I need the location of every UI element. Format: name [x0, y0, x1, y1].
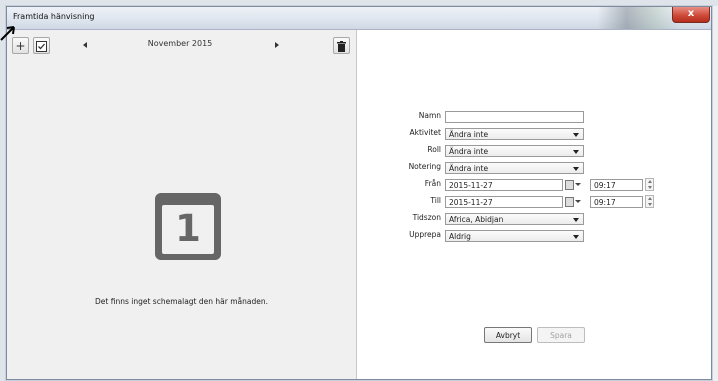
name-label: Namn	[418, 111, 441, 120]
role-label: Roll	[427, 145, 441, 154]
chevron-down-icon	[573, 133, 579, 137]
from-date-input[interactable]: 2015-11-27	[445, 179, 563, 191]
repeat-select[interactable]: Aldrig	[445, 230, 584, 242]
chevron-down-icon	[575, 183, 581, 186]
previous-month-arrow-icon[interactable]	[83, 42, 87, 48]
close-button[interactable]: x	[672, 7, 710, 23]
month-label: November 2015	[147, 39, 213, 48]
select-button[interactable]	[33, 37, 50, 54]
calendar-panel: + November 2015 1 Det finns inget schema…	[7, 30, 357, 379]
form-labels: Namn Aktivitet Roll Notering Från Till T…	[357, 111, 441, 261]
mouse-pointer-icon	[0, 26, 15, 41]
chevron-down-icon	[573, 218, 579, 222]
role-select[interactable]: Ändra inte	[445, 145, 584, 157]
spin-down-icon	[648, 186, 652, 189]
details-form-panel: Namn Aktivitet Roll Notering Från Till T…	[357, 30, 711, 379]
trash-icon	[337, 41, 346, 52]
spin-up-icon	[648, 180, 652, 183]
name-input[interactable]	[445, 111, 584, 123]
empty-calendar-icon: 1	[155, 193, 221, 260]
chevron-down-icon	[573, 150, 579, 154]
title-bar-decoration	[597, 7, 681, 29]
cancel-button[interactable]: Avbryt	[484, 327, 532, 343]
chevron-down-icon	[575, 200, 581, 203]
to-time-spinner[interactable]	[645, 195, 654, 208]
checkbox-icon	[36, 41, 47, 52]
timezone-value: Africa, Abidjan	[449, 215, 504, 224]
from-time-input[interactable]: 09:17	[590, 179, 643, 191]
activity-select[interactable]: Ändra inte	[445, 128, 584, 140]
from-label: Från	[424, 179, 441, 188]
dialog-window: Framtida hänvisning x + November 2015 1 …	[6, 6, 712, 380]
note-select[interactable]: Ändra inte	[445, 162, 584, 174]
next-month-arrow-icon[interactable]	[275, 42, 279, 48]
empty-schedule-message: Det finns inget schemalagt den här månad…	[95, 297, 268, 306]
spin-down-icon	[648, 203, 652, 206]
to-time-input[interactable]: 09:17	[590, 196, 643, 208]
calendar-icon	[565, 180, 574, 190]
delete-button[interactable]	[333, 37, 350, 54]
save-button[interactable]: Spara	[537, 327, 585, 343]
chevron-down-icon	[573, 235, 579, 239]
calendar-icon	[565, 197, 574, 207]
to-label: Till	[430, 196, 441, 205]
empty-calendar-day-number: 1	[175, 207, 201, 250]
to-calendar-picker[interactable]	[565, 196, 581, 207]
note-value: Ändra inte	[449, 164, 489, 173]
empty-calendar-page: 1	[162, 205, 214, 254]
spin-up-icon	[648, 197, 652, 200]
note-label: Notering	[408, 162, 441, 171]
window-title: Framtida hänvisning	[13, 12, 95, 21]
activity-label: Aktivitet	[409, 128, 441, 137]
from-time-spinner[interactable]	[645, 178, 654, 191]
repeat-value: Aldrig	[449, 232, 471, 241]
from-calendar-picker[interactable]	[565, 179, 581, 190]
title-bar[interactable]: Framtida hänvisning x	[7, 7, 711, 30]
plus-icon: +	[15, 39, 26, 53]
chevron-down-icon	[573, 167, 579, 171]
timezone-label: Tidszon	[412, 213, 441, 222]
repeat-label: Upprepa	[409, 230, 441, 239]
activity-value: Ändra inte	[449, 130, 489, 139]
to-date-input[interactable]: 2015-11-27	[445, 196, 563, 208]
role-value: Ändra inte	[449, 147, 489, 156]
timezone-select[interactable]: Africa, Abidjan	[445, 213, 584, 225]
